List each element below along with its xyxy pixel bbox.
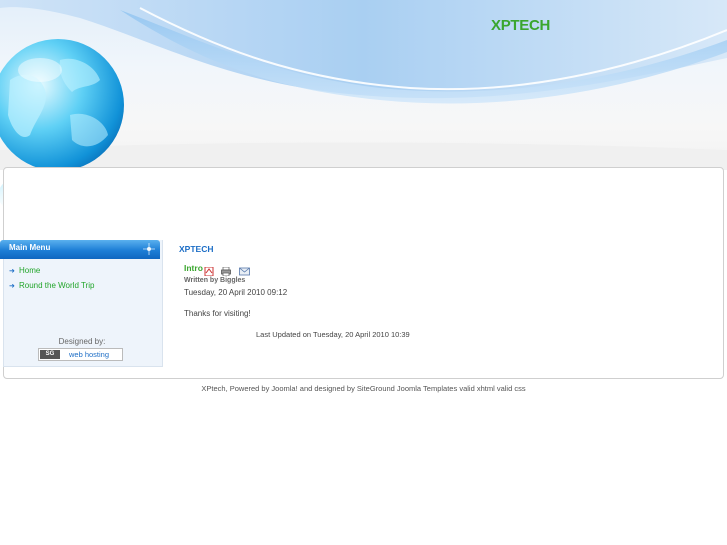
arrow-right-icon: ➜ xyxy=(9,268,15,275)
sidebar-item-home[interactable]: ➜ Home xyxy=(9,266,40,275)
web-hosting-badge[interactable]: SG web hosting xyxy=(38,348,123,361)
article-title[interactable]: Intro xyxy=(184,263,203,273)
main-menu-title: Main Menu xyxy=(9,243,51,252)
arrow-right-icon: ➜ xyxy=(9,283,15,290)
main-menu-header: Main Menu xyxy=(0,240,160,259)
sidebar-item-round-the-world-trip[interactable]: ➜ Round the World Trip xyxy=(9,281,94,290)
sidebar-item-label: Home xyxy=(19,266,41,275)
siteground-logo-icon: SG xyxy=(40,350,60,359)
article-actions xyxy=(204,263,252,277)
sidebar-item-label: Round the World Trip xyxy=(19,281,95,290)
section-title[interactable]: XPTECH xyxy=(179,244,213,254)
sparkle-icon xyxy=(143,243,155,255)
article-author: Written by Biggles xyxy=(184,277,246,284)
article-date: Tuesday, 20 April 2010 09:12 xyxy=(184,288,288,297)
designed-by-label: Designed by: xyxy=(58,337,106,346)
web-hosting-link[interactable]: web hosting xyxy=(69,349,109,360)
article-last-updated: Last Updated on Tuesday, 20 April 2010 1… xyxy=(256,330,410,339)
email-icon[interactable] xyxy=(239,263,250,276)
footer-text: XPtech, Powered by Joomla! and designed … xyxy=(201,384,526,393)
pdf-icon[interactable] xyxy=(204,263,214,277)
print-icon[interactable] xyxy=(221,263,232,277)
article-body: Thanks for visiting! xyxy=(184,309,251,318)
site-title[interactable]: XPTECH xyxy=(491,17,550,34)
